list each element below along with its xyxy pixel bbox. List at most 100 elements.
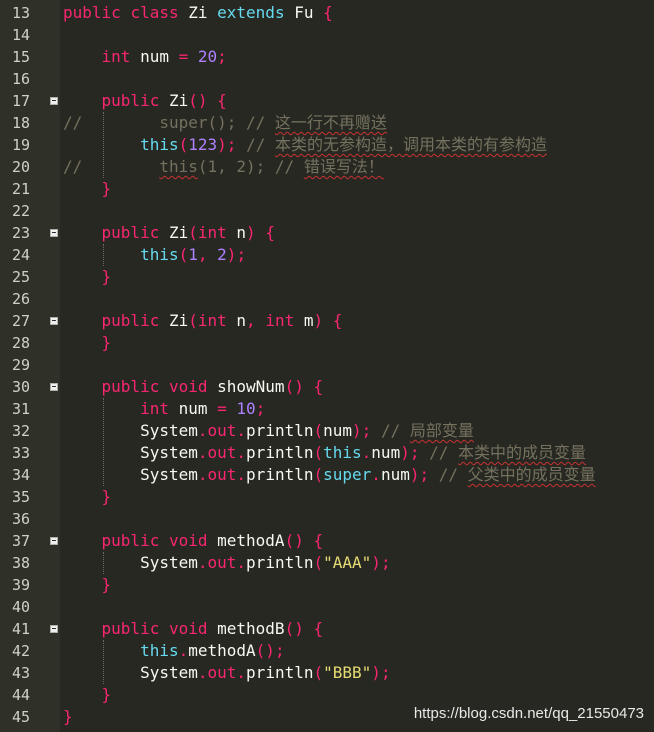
code-token: . bbox=[236, 443, 247, 462]
code-line[interactable]: 24 this(1, 2); bbox=[0, 244, 654, 266]
line-number: 37 bbox=[11, 532, 30, 550]
code-line[interactable]: 29 bbox=[0, 354, 654, 376]
code-lines: 13 public class Zi extends Fu {14 15 int n… bbox=[0, 2, 654, 728]
code-token: } bbox=[101, 179, 112, 198]
code-token: (1, 2); // bbox=[197, 157, 304, 176]
code-token: // bbox=[63, 157, 160, 176]
code-token: this bbox=[323, 443, 362, 462]
code-line[interactable]: 34 System.out.println(super.num); // 父类中… bbox=[0, 464, 654, 486]
line-number: 27 bbox=[11, 312, 30, 330]
code-line[interactable]: 25 } bbox=[0, 266, 654, 288]
code-token: 1 bbox=[188, 245, 198, 264]
code-token: System bbox=[63, 663, 198, 682]
code-editor[interactable]: 13 public class Zi extends Fu {14 15 int n… bbox=[0, 0, 654, 732]
code-token: . bbox=[236, 663, 247, 682]
code-line[interactable]: 44 } bbox=[0, 684, 654, 706]
code-text: } bbox=[63, 574, 112, 596]
code-token: . bbox=[197, 465, 208, 484]
code-token: extends bbox=[217, 3, 285, 22]
code-line[interactable]: 41 public void methodB() { bbox=[0, 618, 654, 640]
code-token: 这一行不再赠送 bbox=[274, 113, 387, 132]
code-line[interactable]: 23 public Zi(int n) { bbox=[0, 222, 654, 244]
code-token: . bbox=[361, 443, 372, 462]
code-token: methodB bbox=[207, 619, 285, 638]
fold-collapse-icon[interactable] bbox=[50, 317, 58, 325]
code-token: // bbox=[380, 421, 410, 440]
code-line[interactable]: 15 int num = 20; bbox=[0, 46, 654, 68]
code-line[interactable]: 42 this.methodA(); bbox=[0, 640, 654, 662]
line-number: 26 bbox=[11, 290, 30, 308]
code-line[interactable]: 30 public void showNum() { bbox=[0, 376, 654, 398]
code-line[interactable]: 19 this(123); // 本类的无参构造，调用本类的有参构造 bbox=[0, 134, 654, 156]
code-line[interactable]: 39 } bbox=[0, 574, 654, 596]
code-line[interactable]: 27 public Zi(int n, int m) { bbox=[0, 310, 654, 332]
code-line[interactable]: 26 bbox=[0, 288, 654, 310]
fold-collapse-icon[interactable] bbox=[50, 229, 58, 237]
code-token: ) bbox=[400, 443, 410, 462]
line-number: 34 bbox=[11, 466, 30, 484]
code-line[interactable]: 35 } bbox=[0, 486, 654, 508]
code-line[interactable]: 43 System.out.println("BBB"); bbox=[0, 662, 654, 684]
code-token: 10 bbox=[236, 399, 256, 418]
code-token: out bbox=[207, 465, 237, 484]
code-line[interactable]: 28 } bbox=[0, 332, 654, 354]
code-line[interactable]: 21 } bbox=[0, 178, 654, 200]
code-token: out bbox=[207, 421, 237, 440]
code-line[interactable]: 32 System.out.println(num); // 局部变量 bbox=[0, 420, 654, 442]
line-number: 28 bbox=[11, 334, 30, 352]
code-token: () bbox=[255, 641, 275, 660]
code-line[interactable]: 37 public void methodA() { bbox=[0, 530, 654, 552]
code-token: public bbox=[101, 531, 160, 550]
code-token: System bbox=[63, 443, 198, 462]
code-line[interactable]: 36 bbox=[0, 508, 654, 530]
code-text: } bbox=[63, 486, 112, 508]
code-line[interactable]: 22 bbox=[0, 200, 654, 222]
code-line[interactable]: 14 bbox=[0, 24, 654, 46]
code-line[interactable]: 38 System.out.println("AAA"); bbox=[0, 552, 654, 574]
code-line[interactable]: 40 bbox=[0, 596, 654, 618]
code-line[interactable]: 18 // super(); // 这一行不再赠送 bbox=[0, 112, 654, 134]
code-token: ; bbox=[217, 47, 227, 66]
fold-collapse-icon[interactable] bbox=[50, 383, 58, 391]
code-line[interactable]: 16 bbox=[0, 68, 654, 90]
code-token: Zi bbox=[159, 311, 189, 330]
fold-collapse-icon[interactable] bbox=[50, 537, 58, 545]
indent-guide bbox=[103, 552, 105, 574]
code-token: println bbox=[246, 663, 314, 682]
code-line[interactable]: 17 public Zi() { bbox=[0, 90, 654, 112]
code-token: () bbox=[284, 619, 304, 638]
code-line[interactable]: 13 public class Zi extends Fu { bbox=[0, 2, 654, 24]
code-token: . bbox=[197, 553, 208, 572]
code-token: . bbox=[197, 421, 208, 440]
code-token: Zi bbox=[159, 91, 189, 110]
code-text: public Zi(int n, int m) { bbox=[63, 310, 343, 332]
code-token: n bbox=[226, 311, 247, 330]
fold-collapse-icon[interactable] bbox=[50, 97, 58, 105]
code-token: class bbox=[130, 3, 179, 22]
code-token: out bbox=[207, 553, 237, 572]
code-token: () bbox=[284, 531, 304, 550]
code-line[interactable]: 20 // this(1, 2); // 错误写法！ bbox=[0, 156, 654, 178]
code-text: int num = 10; bbox=[63, 398, 265, 420]
code-line[interactable]: 33 System.out.println(this.num); // 本类中的… bbox=[0, 442, 654, 464]
code-line[interactable]: 31 int num = 10; bbox=[0, 398, 654, 420]
code-token: ( bbox=[313, 465, 324, 484]
code-token: } bbox=[101, 685, 112, 704]
code-token: System bbox=[63, 553, 198, 572]
line-number: 40 bbox=[11, 598, 30, 616]
fold-collapse-icon[interactable] bbox=[50, 625, 58, 633]
line-number: 18 bbox=[11, 114, 30, 132]
code-token: ) bbox=[371, 553, 381, 572]
code-text: public void methodB() { bbox=[63, 618, 324, 640]
